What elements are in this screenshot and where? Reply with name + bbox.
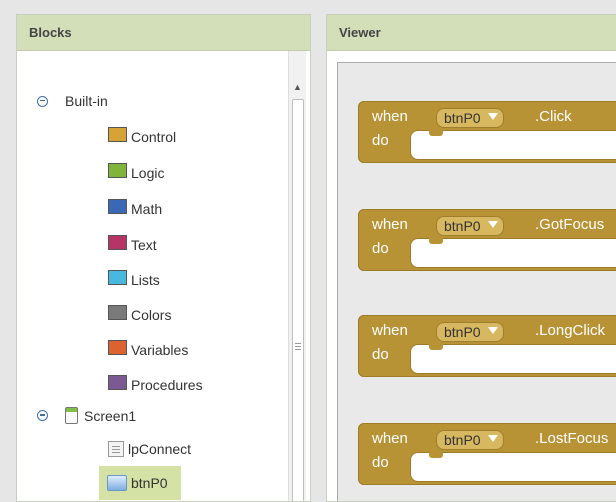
tree-item-label: btnP0 [131, 475, 168, 491]
scroll-up-arrow-icon[interactable]: ▲ [293, 82, 302, 92]
tree-item-label: lpConnect [128, 441, 192, 457]
socket-notch [429, 238, 443, 244]
button-component-icon [107, 475, 127, 491]
grip-icon [295, 343, 301, 350]
tree-item-control[interactable]: Control [108, 126, 177, 145]
tree-item-lists[interactable]: Lists [108, 269, 160, 288]
scroll-thumb[interactable] [292, 99, 304, 501]
collapse-icon[interactable] [37, 95, 48, 107]
do-statement-socket[interactable] [410, 130, 616, 160]
tree-item-screen1[interactable]: Screen1 [37, 407, 136, 424]
dropdown-arrow-icon [487, 113, 498, 120]
socket-notch [429, 130, 443, 136]
tree-item-procedures[interactable]: Procedures [108, 374, 203, 393]
tree-item-label: Colors [131, 307, 172, 323]
collapse-icon[interactable] [37, 410, 48, 421]
component-name: btnP0 [444, 110, 481, 126]
viewer-panel-title: Viewer [327, 15, 616, 51]
tree-item-math[interactable]: Math [108, 198, 163, 217]
math-color-swatch [108, 198, 127, 214]
tree-item-lpconnect[interactable]: lpConnect [108, 441, 191, 457]
do-label: do [372, 240, 389, 257]
tree-item-label: Text [131, 237, 157, 253]
control-color-swatch [108, 126, 127, 142]
component-name: btnP0 [444, 218, 481, 234]
tree-item-colors[interactable]: Colors [108, 304, 172, 323]
do-statement-socket[interactable] [410, 452, 616, 482]
tree-item-label: Logic [131, 165, 165, 181]
tree-item-label: Built-in [65, 93, 108, 109]
do-label: do [372, 454, 389, 471]
do-statement-socket[interactable] [410, 344, 616, 374]
event-name: .LostFocus [535, 430, 609, 447]
clock-component-icon [108, 441, 124, 457]
dropdown-arrow-icon [487, 327, 498, 334]
when-label: when [372, 430, 408, 447]
dropdown-arrow-icon [487, 435, 498, 442]
when-label: when [372, 108, 408, 125]
blocks-workspace[interactable]: when btnP0 .Click do when btnP0 .GotFocu… [337, 62, 616, 501]
socket-notch [429, 452, 443, 458]
component-dropdown[interactable]: btnP0 [436, 216, 504, 236]
screen-icon [65, 407, 78, 424]
tree-item-label: Lists [131, 272, 160, 288]
tree-item-label: Math [131, 201, 163, 217]
event-block-click[interactable]: when btnP0 .Click do [358, 101, 616, 163]
tree-item-label: Control [131, 129, 177, 145]
tree-item-text[interactable]: Text [108, 234, 157, 253]
text-color-swatch [108, 234, 127, 250]
tree-item-logic[interactable]: Logic [108, 162, 165, 181]
tree-item-variables[interactable]: Variables [108, 339, 189, 358]
component-name: btnP0 [444, 432, 481, 448]
when-label: when [372, 322, 408, 339]
blocks-scrollbar[interactable]: ▲ [288, 51, 306, 501]
logic-color-swatch [108, 162, 127, 178]
do-statement-socket[interactable] [410, 238, 616, 268]
variables-color-swatch [108, 339, 127, 355]
when-label: when [372, 216, 408, 233]
tree-item-label: Procedures [131, 377, 203, 393]
tree-item-label: Screen1 [84, 407, 137, 424]
blocks-panel-title: Blocks [17, 15, 310, 51]
lists-color-swatch [108, 269, 127, 285]
event-block-longclick[interactable]: when btnP0 .LongClick do [358, 315, 616, 377]
tree-item-btnp0-selected[interactable]: btnP0 [99, 466, 181, 500]
tree-item-built-in[interactable]: Built-in [37, 93, 108, 109]
do-label: do [372, 346, 389, 363]
dropdown-arrow-icon [487, 221, 498, 228]
event-block-lostfocus[interactable]: when btnP0 .LostFocus do [358, 423, 616, 485]
event-name: .Click [535, 108, 572, 125]
tree-item-label: Variables [131, 342, 189, 358]
component-name: btnP0 [444, 324, 481, 340]
colors-color-swatch [108, 304, 127, 320]
viewer-panel: Viewer when btnP0 .Click do when btnP0 .… [326, 14, 616, 502]
event-block-gotfocus[interactable]: when btnP0 .GotFocus do [358, 209, 616, 271]
component-dropdown[interactable]: btnP0 [436, 322, 504, 342]
component-dropdown[interactable]: btnP0 [436, 430, 504, 450]
procedures-color-swatch [108, 374, 127, 390]
event-name: .GotFocus [535, 216, 605, 233]
blocks-tree[interactable]: Built-in Control Logic Math Text Lists C… [17, 51, 287, 501]
event-name: .LongClick [535, 322, 606, 339]
component-dropdown[interactable]: btnP0 [436, 108, 504, 128]
do-label: do [372, 132, 389, 149]
blocks-panel: Blocks Built-in Control Logic Math Text … [16, 14, 311, 502]
socket-notch [429, 344, 443, 350]
